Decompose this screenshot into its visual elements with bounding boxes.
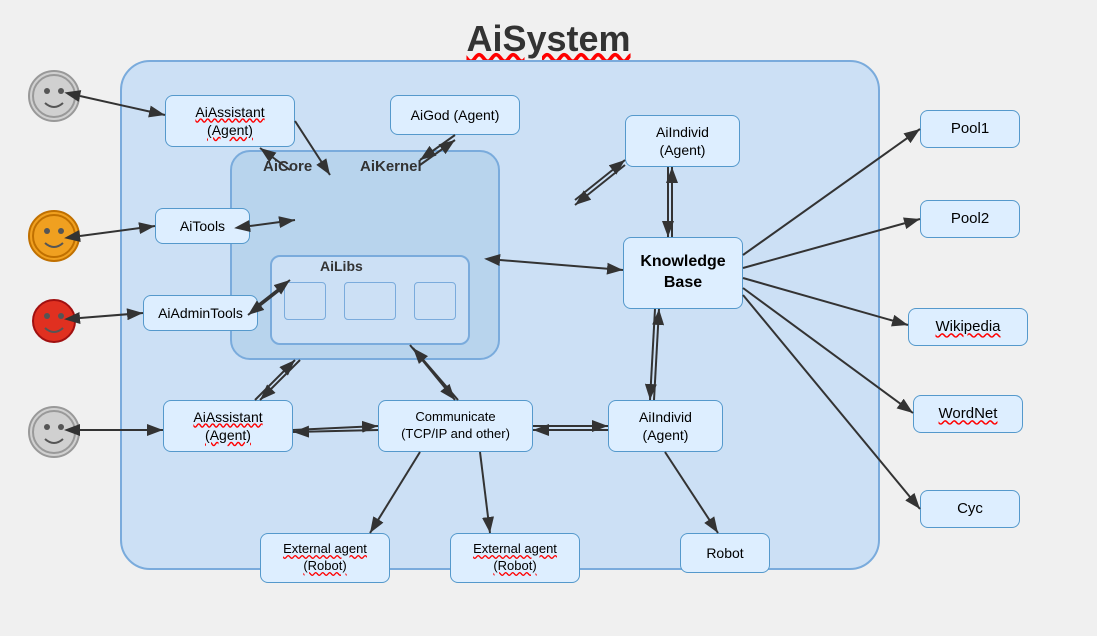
robot-node: Robot bbox=[680, 533, 770, 573]
lib-sub-box-3 bbox=[414, 282, 456, 320]
knowledge-base-node: KnowledgeBase bbox=[623, 237, 743, 309]
diagram-container: AiSystem bbox=[0, 0, 1097, 636]
communicate-node: Communicate(TCP/IP and other) bbox=[378, 400, 533, 452]
lib-sub-box-1 bbox=[284, 282, 326, 320]
lib-sub-box-2 bbox=[344, 282, 396, 320]
ai-assistant-bottom-node: AiAssistant(Agent) bbox=[163, 400, 293, 452]
diagram-title: AiSystem bbox=[466, 18, 630, 60]
ai-assistant-top-node: AiAssistant(Agent) bbox=[165, 95, 295, 147]
smiley-top-gray bbox=[28, 70, 80, 122]
pool2-node: Pool2 bbox=[920, 200, 1020, 238]
pool1-node: Pool1 bbox=[920, 110, 1020, 148]
ai-admin-tools-node: AiAdminTools bbox=[143, 295, 258, 331]
cyc-node: Cyc bbox=[920, 490, 1020, 528]
ai-god-node: AiGod (Agent) bbox=[390, 95, 520, 135]
ai-tools-node: AiTools bbox=[155, 208, 250, 244]
ai-individ-bottom-node: AiIndivid(Agent) bbox=[608, 400, 723, 452]
ai-core-label: AiCore bbox=[263, 158, 312, 175]
ai-kernel-label: AiKernel bbox=[360, 158, 422, 175]
smiley-red bbox=[28, 295, 80, 347]
wikipedia-node: Wikipedia bbox=[908, 308, 1028, 346]
smiley-bottom-gray bbox=[28, 406, 80, 458]
external-agent-left-node: External agent(Robot) bbox=[260, 533, 390, 583]
external-agent-right-node: External agent(Robot) bbox=[450, 533, 580, 583]
wordnet-node: WordNet bbox=[913, 395, 1023, 433]
ai-libs-box bbox=[270, 255, 470, 345]
ai-individ-top-node: AiIndivid(Agent) bbox=[625, 115, 740, 167]
ai-libs-label: AiLibs bbox=[320, 258, 363, 274]
smiley-orange bbox=[28, 210, 80, 262]
